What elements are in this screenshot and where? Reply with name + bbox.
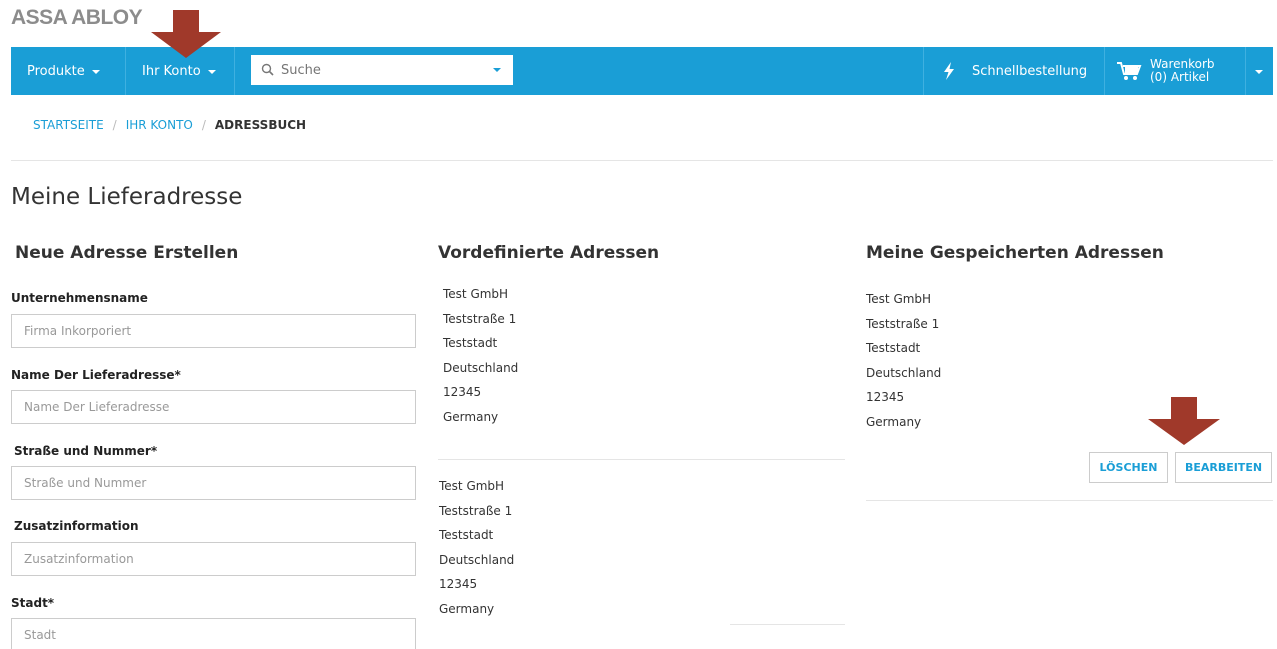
search-icon [261, 63, 274, 76]
warenkorb-text: Warenkorb (0) Artikel [1150, 58, 1215, 84]
address-divider [730, 624, 845, 625]
street-input[interactable] [11, 466, 416, 500]
company-name-input[interactable] [11, 314, 416, 348]
predefined-address-card[interactable]: Test GmbH Teststraße 1 Teststadt Deutsch… [439, 474, 514, 621]
warenkorb-dropdown[interactable] [1255, 47, 1263, 95]
warenkorb-count: (0) Artikel [1150, 70, 1210, 84]
address-company: Test GmbH [439, 479, 505, 493]
search-input[interactable] [281, 62, 481, 78]
saved-addresses-heading: Meine Gespeicherten Adressen [866, 243, 1164, 263]
additional-info-label: Zusatzinformation [14, 519, 139, 533]
predefined-addresses-heading: Vordefinierte Adressen [438, 243, 660, 263]
address-divider [438, 459, 845, 460]
chevron-down-icon [1255, 70, 1263, 74]
address-divider [866, 500, 1273, 501]
breadcrumb-separator: / [201, 118, 206, 132]
nav-divider [923, 47, 924, 95]
address-region: Deutschland [439, 552, 515, 567]
warenkorb-link[interactable]: Warenkorb (0) Artikel [1116, 47, 1215, 95]
address-street: Teststraße 1 [866, 316, 940, 331]
additional-info-input[interactable] [11, 542, 416, 576]
saved-address-card: Test GmbH Teststraße 1 Teststadt Deutsch… [866, 287, 941, 434]
address-country: Germany [439, 601, 495, 616]
delivery-name-input[interactable] [11, 390, 416, 424]
address-country: Germany [443, 409, 499, 424]
breadcrumb-ihr-konto[interactable]: IHR KONTO [126, 118, 193, 132]
new-address-heading: Neue Adresse Erstellen [15, 243, 239, 263]
edit-address-button[interactable]: BEARBEITEN [1175, 452, 1272, 483]
address-city: Teststadt [439, 528, 494, 542]
predefined-address-card[interactable]: Test GmbH Teststraße 1 Teststadt Deutsch… [443, 282, 518, 429]
address-company: Test GmbH [443, 287, 509, 301]
nav-produkte-label: Produkte [27, 63, 85, 79]
address-city: Teststadt [443, 336, 498, 350]
breadcrumb: STARTSEITE / IHR KONTO / ADRESSBUCH [33, 118, 306, 132]
address-region: Deutschland [866, 365, 942, 380]
breadcrumb-adressbuch: ADRESSBUCH [214, 118, 307, 132]
address-region: Deutschland [443, 360, 519, 375]
nav-ihr-konto-label: Ihr Konto [142, 63, 201, 79]
address-zip: 12345 [866, 390, 905, 404]
address-company: Test GmbH [866, 292, 932, 306]
nav-divider [234, 47, 235, 95]
page-title: Meine Lieferadresse [11, 184, 243, 210]
annotation-arrow-icon [1148, 397, 1220, 445]
address-city: Teststadt [866, 341, 921, 355]
chevron-down-icon [91, 70, 100, 74]
schnellbestellung-link[interactable]: Schnellbestellung [943, 47, 1087, 95]
address-zip: 12345 [443, 385, 482, 399]
shopping-cart-icon [1117, 62, 1142, 80]
search-box[interactable] [251, 55, 513, 85]
annotation-arrow-icon [151, 10, 221, 58]
nav-produkte-menu[interactable]: Produkte [27, 47, 100, 95]
nav-divider [1104, 47, 1105, 95]
address-street: Teststraße 1 [443, 311, 517, 326]
city-label: Stadt* [11, 596, 55, 610]
address-country: Germany [866, 414, 922, 429]
delete-address-button[interactable]: LÖSCHEN [1089, 452, 1168, 483]
search-dropdown-icon[interactable] [493, 68, 501, 72]
schnellbestellung-label: Schnellbestellung [972, 63, 1088, 79]
lightning-icon [944, 62, 954, 80]
assa-abloy-logo[interactable]: ASSA ABLOY [11, 6, 143, 30]
address-street: Teststraße 1 [439, 503, 513, 518]
address-zip: 12345 [439, 577, 478, 591]
breadcrumb-separator: / [112, 118, 117, 132]
nav-divider [1245, 47, 1246, 95]
chevron-down-icon [207, 70, 216, 74]
header-divider [11, 160, 1273, 161]
breadcrumb-startseite[interactable]: STARTSEITE [33, 118, 104, 132]
city-input[interactable] [11, 618, 416, 649]
nav-divider [125, 47, 126, 95]
delivery-name-label: Name Der Lieferadresse* [11, 368, 181, 382]
street-label: Straße und Nummer* [14, 444, 158, 458]
company-name-label: Unternehmensname [11, 291, 148, 305]
